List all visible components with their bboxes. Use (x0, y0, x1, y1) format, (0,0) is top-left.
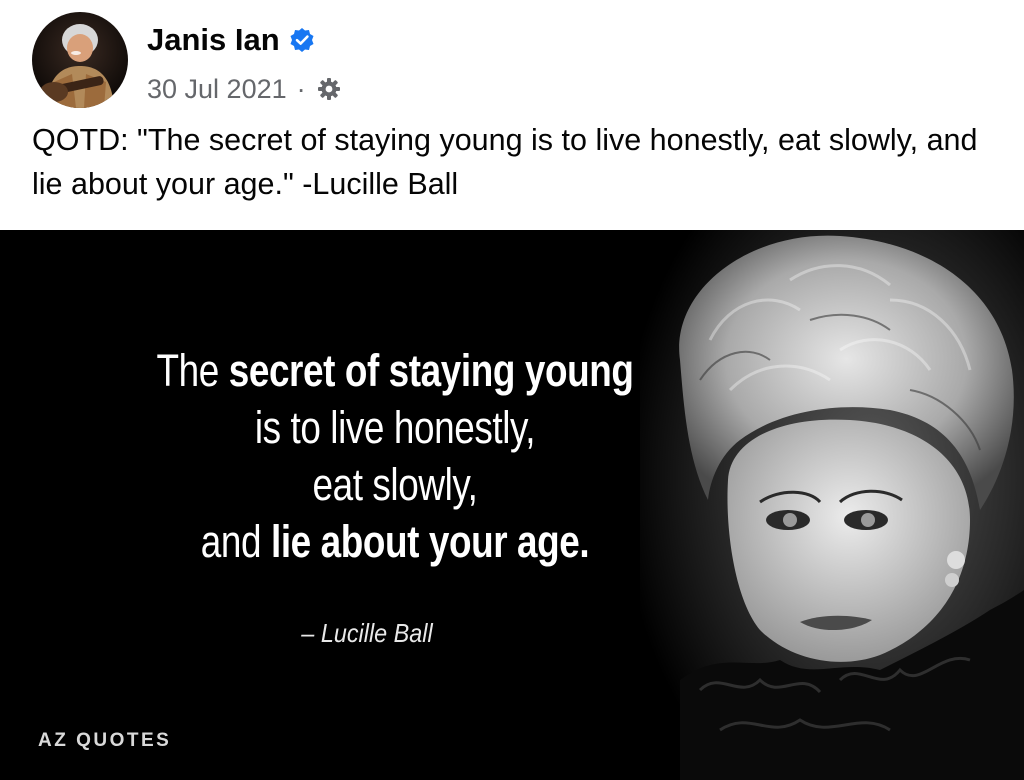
post-meta: 30 Jul 2021 · (147, 70, 342, 108)
facebook-post: Janis Ian 30 Jul 2021 · QOTD: "The secre… (0, 0, 1024, 780)
post-header: Janis Ian 30 Jul 2021 · QOTD: "The secre… (0, 0, 1024, 230)
meta-separator: · (296, 73, 306, 104)
author-line: Janis Ian (147, 18, 315, 62)
quote-line: and lie about your age. (200, 516, 590, 567)
post-text: QOTD: "The secret of staying young is to… (32, 123, 978, 201)
gear-icon[interactable] (316, 76, 342, 102)
quote-text: The secret of staying young is to live h… (40, 342, 750, 570)
quote-line: is to live honestly, (254, 402, 536, 453)
avatar-photo (32, 12, 128, 108)
quote-image[interactable]: The secret of staying young is to live h… (0, 230, 1024, 780)
verified-badge-icon (289, 27, 315, 53)
quote-line: eat slowly, (312, 459, 478, 510)
az-quotes-watermark: AZ QUOTES (38, 730, 172, 751)
post-date[interactable]: 30 Jul 2021 (147, 74, 287, 105)
author-name[interactable]: Janis Ian (147, 22, 280, 58)
quote-attribution: – Lucille Ball (301, 618, 433, 648)
author-avatar[interactable] (32, 12, 128, 108)
quote-line: The secret of staying young (156, 345, 634, 396)
